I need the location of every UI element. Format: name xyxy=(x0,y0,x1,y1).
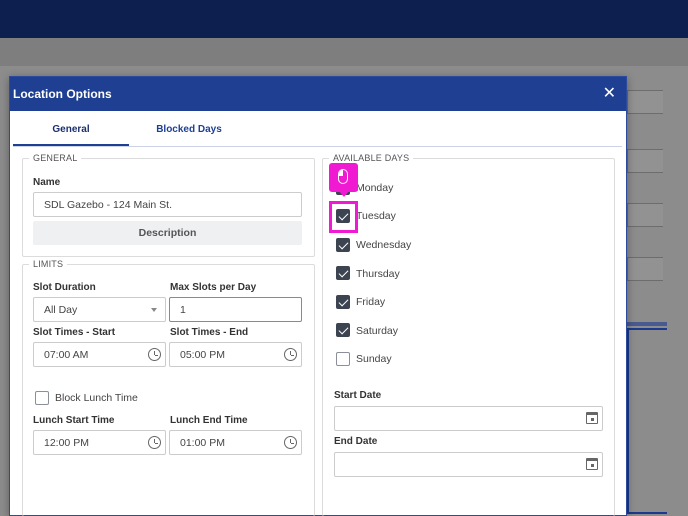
name-input[interactable]: SDL Gazebo - 124 Main St. xyxy=(33,192,302,217)
description-button[interactable]: Description xyxy=(33,221,302,245)
friday-checkbox[interactable] xyxy=(336,295,350,309)
highlight-box xyxy=(329,201,358,233)
background-field xyxy=(627,90,663,114)
friday-label: Friday xyxy=(356,296,386,308)
slot-end-time-input[interactable]: 05:00 PM xyxy=(169,342,302,367)
slot-duration-value: All Day xyxy=(44,303,78,316)
thursday-label: Thursday xyxy=(356,268,400,280)
max-slots-input[interactable]: 1 xyxy=(169,297,302,322)
tab-blocked-days[interactable]: Blocked Days xyxy=(131,111,247,146)
slot-end-value: 05:00 PM xyxy=(180,348,225,361)
slot-start-value: 07:00 AM xyxy=(44,348,89,361)
calendar-icon[interactable] xyxy=(586,458,598,470)
end-date-input[interactable] xyxy=(334,452,603,477)
clock-icon[interactable] xyxy=(148,436,161,449)
max-slots-label: Max Slots per Day xyxy=(170,282,257,293)
tab-general[interactable]: General xyxy=(13,111,129,146)
clock-icon[interactable] xyxy=(148,348,161,361)
clock-icon[interactable] xyxy=(284,436,297,449)
wednesday-label: Wednesday xyxy=(356,239,412,251)
clock-icon[interactable] xyxy=(284,348,297,361)
lunch-end-value: 01:00 PM xyxy=(180,436,225,449)
modal-title: Location Options xyxy=(13,87,112,101)
close-icon[interactable]: ✕ xyxy=(603,86,616,102)
slot-duration-label: Slot Duration xyxy=(33,282,96,293)
sunday-label: Sunday xyxy=(356,353,392,365)
wednesday-checkbox[interactable] xyxy=(336,238,350,252)
slot-duration-select[interactable]: All Day xyxy=(33,297,166,322)
slot-start-label: Slot Times - Start xyxy=(33,327,116,338)
background-panel xyxy=(627,328,667,514)
name-value: SDL Gazebo - 124 Main St. xyxy=(44,198,173,211)
slot-start-time-input[interactable]: 07:00 AM xyxy=(33,342,166,367)
name-label: Name xyxy=(33,177,61,188)
background-field xyxy=(627,149,663,173)
chevron-down-icon xyxy=(151,308,157,312)
sunday-checkbox[interactable] xyxy=(336,352,350,366)
saturday-checkbox[interactable] xyxy=(336,323,350,337)
lunch-start-time-input[interactable]: 12:00 PM xyxy=(33,430,166,455)
slot-end-label: Slot Times - End xyxy=(170,327,249,338)
background-app-toolbar xyxy=(0,38,688,66)
lunch-end-label: Lunch End Time xyxy=(170,415,248,426)
description-button-label: Description xyxy=(138,227,197,239)
limits-legend: LIMITS xyxy=(33,259,64,269)
end-date-label: End Date xyxy=(334,436,378,447)
lunch-start-label: Lunch Start Time xyxy=(33,415,115,426)
background-field xyxy=(627,203,663,227)
block-lunch-label: Block Lunch Time xyxy=(55,392,138,404)
start-date-input[interactable] xyxy=(334,406,603,431)
general-legend: GENERAL xyxy=(33,153,78,163)
available-days-legend: AVAILABLE DAYS xyxy=(333,153,410,163)
modal-tabs: General Blocked Days xyxy=(13,111,622,147)
start-date-label: Start Date xyxy=(334,390,382,401)
monday-label: Monday xyxy=(356,182,394,194)
modal-header: Location Options ✕ xyxy=(10,77,626,111)
background-field xyxy=(627,257,663,281)
max-slots-value: 1 xyxy=(180,303,186,316)
mouse-icon xyxy=(338,169,348,184)
saturday-label: Saturday xyxy=(356,325,399,337)
lunch-start-value: 12:00 PM xyxy=(44,436,89,449)
background-app-header xyxy=(0,0,688,38)
thursday-checkbox[interactable] xyxy=(336,266,350,280)
calendar-icon[interactable] xyxy=(586,412,598,424)
click-indicator-badge xyxy=(329,163,358,197)
block-lunch-checkbox[interactable] xyxy=(35,391,49,405)
background-card-accent xyxy=(627,322,667,326)
lunch-end-time-input[interactable]: 01:00 PM xyxy=(169,430,302,455)
tuesday-label: Tuesday xyxy=(356,210,396,222)
